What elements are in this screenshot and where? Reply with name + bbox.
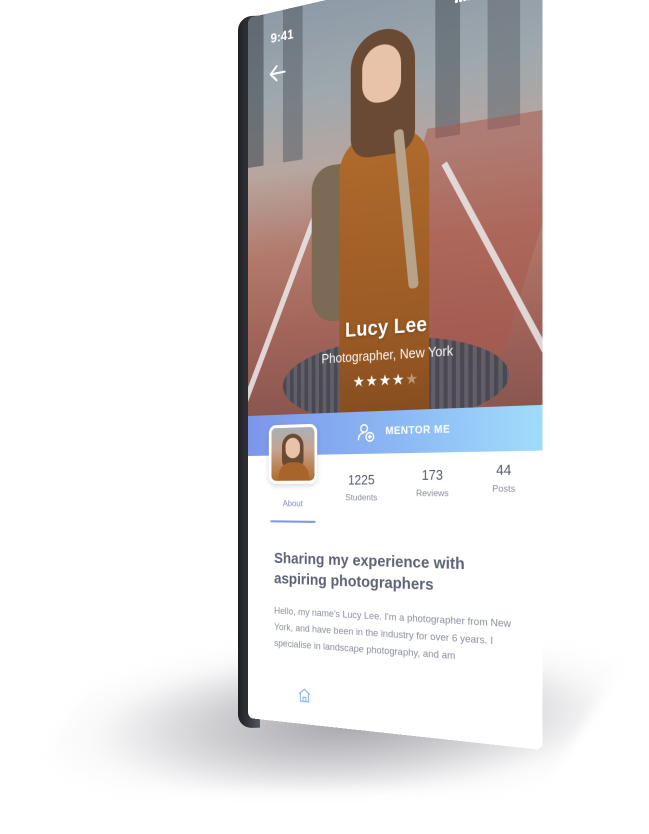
phone-device: 9:41 Lucy Lee Photographer, New York ★★★… xyxy=(248,0,578,750)
star-filled-icon: ★ xyxy=(378,370,392,389)
profile-stats: 1225 Students 173 Reviews 44 Posts xyxy=(248,460,542,529)
phone-screen: 9:41 Lucy Lee Photographer, New York ★★★… xyxy=(248,0,543,750)
stat-label: Reviews xyxy=(415,487,449,499)
mockup-stage: 9:41 Lucy Lee Photographer, New York ★★★… xyxy=(0,0,649,834)
avatar-face xyxy=(285,437,300,459)
about-body: Hello, my name's Lucy Lee. I'm a photogr… xyxy=(274,605,512,663)
arrow-left-icon[interactable] xyxy=(269,62,287,84)
stat-label: Posts xyxy=(492,482,516,495)
stat-value: 173 xyxy=(421,467,443,484)
star-filled-icon: ★ xyxy=(391,370,406,389)
stat-reviews[interactable]: 173 Reviews xyxy=(397,467,468,499)
home-icon[interactable] xyxy=(297,686,311,704)
stat-students[interactable]: 1225 Students xyxy=(328,473,395,503)
profile-header: Lucy Lee Photographer, New York ★★★★★ xyxy=(248,304,542,396)
stat-value: 1225 xyxy=(347,472,375,488)
stat-label: Students xyxy=(345,491,378,503)
person-plus-icon xyxy=(356,422,375,444)
mentor-me-label: MENTOR ME xyxy=(385,423,451,438)
star-filled-icon: ★ xyxy=(365,371,379,390)
stat-value: 44 xyxy=(496,462,512,479)
tab-about[interactable]: About xyxy=(271,498,316,508)
stat-posts[interactable]: 44 Posts xyxy=(466,462,542,494)
profile-hero-photo: 9:41 Lucy Lee Photographer, New York ★★★… xyxy=(248,0,543,417)
about-title: Sharing my experience with aspiring phot… xyxy=(274,549,465,595)
star-empty-icon: ★ xyxy=(405,369,419,388)
star-filled-icon: ★ xyxy=(352,372,366,390)
